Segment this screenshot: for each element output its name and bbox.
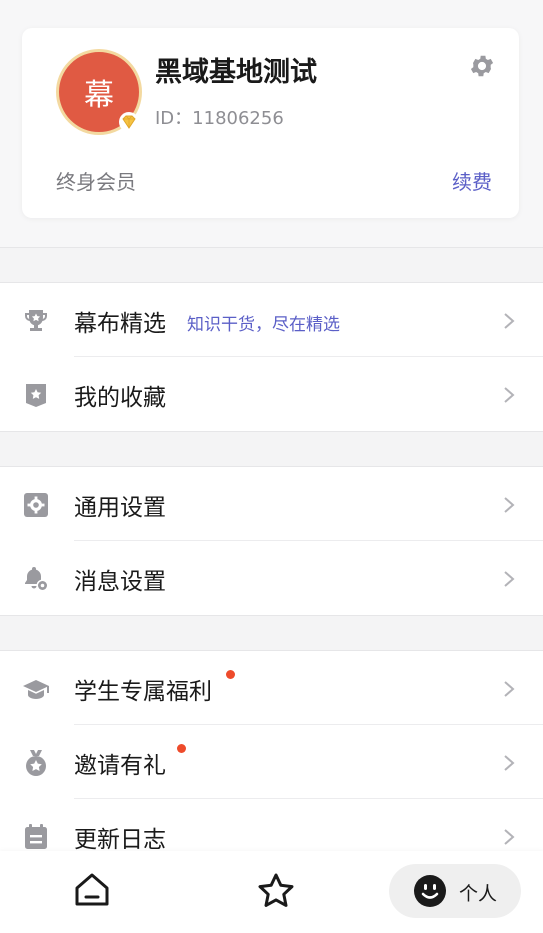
nav-tab-me[interactable]: 个人 xyxy=(389,864,521,918)
home-icon[interactable] xyxy=(73,871,111,909)
chevron-right-icon xyxy=(504,755,515,771)
chevron-right-icon xyxy=(504,681,515,697)
menu-item-subtitle: 知识干货，尽在精选 xyxy=(187,315,340,335)
chevron-right-icon xyxy=(504,313,515,329)
gear-square-icon xyxy=(24,493,48,517)
menu-group-misc: 学生专属福利 邀请有礼 更新日志 xyxy=(0,650,543,873)
menu-item-invite[interactable]: 邀请有礼 xyxy=(0,725,543,799)
notification-dot xyxy=(226,670,235,679)
menu-item-message-settings[interactable]: 消息设置 xyxy=(0,541,543,615)
medal-icon xyxy=(26,750,46,776)
chevron-right-icon xyxy=(504,387,515,403)
chevron-right-icon xyxy=(504,571,515,587)
menu-item-favorites[interactable]: 我的收藏 xyxy=(0,357,543,431)
trophy-icon xyxy=(24,310,48,331)
avatar-wrap[interactable]: 幕 xyxy=(56,49,142,135)
menu-item-label: 学生专属福利 xyxy=(74,679,212,705)
menu-item-label: 更新日志 xyxy=(74,827,166,853)
menu-item-label: 我的收藏 xyxy=(74,385,166,411)
smiley-face-icon xyxy=(414,875,446,907)
menu-item-general-settings[interactable]: 通用设置 xyxy=(0,467,543,541)
notification-dot xyxy=(177,744,186,753)
star-badge-icon xyxy=(26,384,46,407)
star-outline-icon[interactable] xyxy=(256,871,296,911)
chevron-right-icon xyxy=(504,497,515,513)
menu-item-label: 邀请有礼 xyxy=(74,753,166,779)
username: 黑域基地测试 xyxy=(155,57,317,88)
menu-group-settings: 通用设置 消息设置 xyxy=(0,466,543,616)
calendar-icon xyxy=(25,824,47,849)
settings-gear-icon[interactable] xyxy=(468,52,496,80)
menu-group-content: 幕布精选 知识干货，尽在精选 我的收藏 xyxy=(0,282,543,432)
renew-link[interactable]: 续费 xyxy=(452,166,492,195)
user-id: ID：11806256 xyxy=(155,108,284,129)
vip-diamond-icon xyxy=(119,112,139,132)
membership-label: 终身会员 xyxy=(56,170,136,194)
header-area: 幕 黑域基地测试 ID：11806256 终身会员 续费 xyxy=(0,0,543,248)
profile-card[interactable]: 幕 黑域基地测试 ID：11806256 终身会员 续费 xyxy=(22,28,519,218)
app-root: 幕 黑域基地测试 ID：11806256 终身会员 续费 幕布精选 知识干货，尽… xyxy=(0,0,543,933)
menu-item-label: 通用设置 xyxy=(74,495,166,521)
menu-item-label: 消息设置 xyxy=(74,569,166,595)
bottom-nav: 个人 xyxy=(0,851,543,933)
bell-gear-icon xyxy=(25,567,49,592)
menu-item-label: 幕布精选 xyxy=(74,311,166,337)
graduation-cap-icon xyxy=(23,680,49,699)
chevron-right-icon xyxy=(504,829,515,845)
nav-tab-me-label: 个人 xyxy=(459,883,498,905)
menu-item-featured[interactable]: 幕布精选 知识干货，尽在精选 xyxy=(0,283,543,357)
menu-item-student-benefits[interactable]: 学生专属福利 xyxy=(0,651,543,725)
